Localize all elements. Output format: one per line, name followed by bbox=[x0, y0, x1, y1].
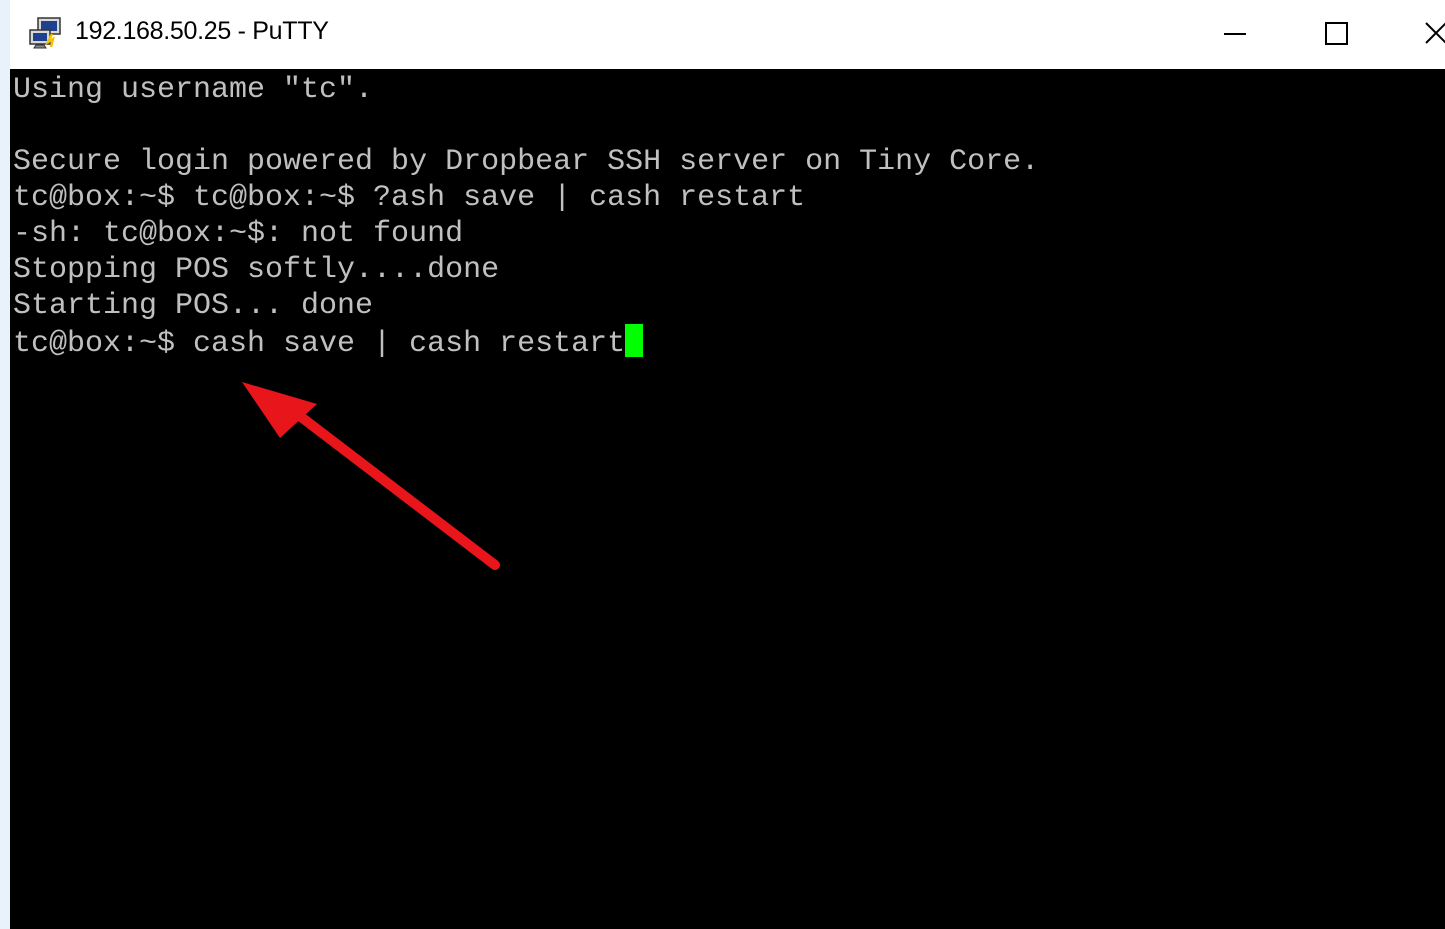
putty-window: 192.168.50.25 - PuTTY Using username "tc… bbox=[10, 0, 1445, 929]
maximize-button[interactable] bbox=[1309, 8, 1363, 60]
terminal-output: Using username "tc". Secure login powere… bbox=[13, 72, 1040, 361]
maximize-icon bbox=[1325, 22, 1348, 45]
putty-icon[interactable] bbox=[28, 16, 64, 50]
close-button[interactable] bbox=[1410, 8, 1445, 60]
window-title: 192.168.50.25 - PuTTY bbox=[75, 17, 329, 45]
terminal-line: Starting POS... done bbox=[13, 289, 374, 323]
terminal-prompt-line[interactable]: tc@box:~$ cash save | cash restart bbox=[13, 324, 1039, 361]
close-icon bbox=[1425, 22, 1445, 44]
terminal-line: Stopping POS softly....done bbox=[13, 253, 500, 287]
command-input-text: tc@box:~$ cash save | cash restart bbox=[13, 327, 626, 361]
terminal-screen[interactable]: Using username "tc". Secure login powere… bbox=[10, 69, 1445, 929]
terminal-line: Using username "tc". bbox=[13, 73, 374, 107]
terminal-line: tc@box:~$ tc@box:~$ ?ash save | cash res… bbox=[13, 181, 806, 215]
minimize-icon bbox=[1224, 33, 1246, 35]
terminal-line: Secure login powered by Dropbear SSH ser… bbox=[13, 145, 1040, 179]
minimize-button[interactable] bbox=[1208, 8, 1262, 60]
terminal-line: -sh: tc@box:~$: not found bbox=[13, 217, 464, 251]
title-bar[interactable]: 192.168.50.25 - PuTTY bbox=[10, 0, 1445, 69]
text-cursor bbox=[625, 324, 644, 357]
